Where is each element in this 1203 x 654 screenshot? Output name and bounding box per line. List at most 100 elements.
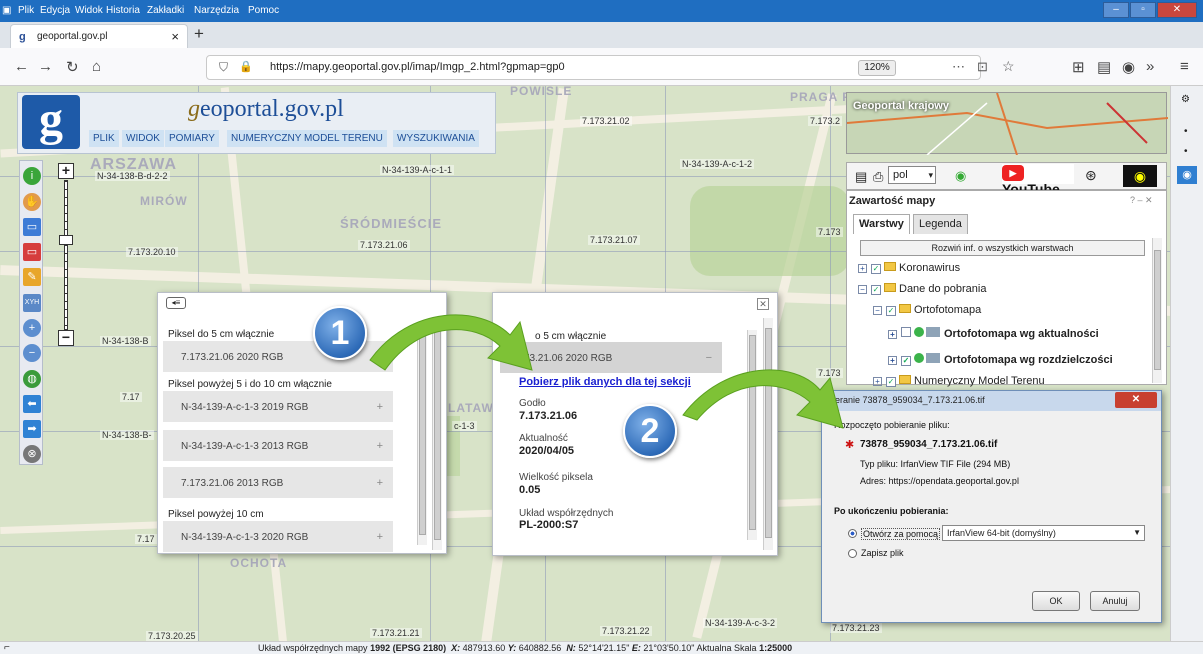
sheet-label: 7.173.21.02	[580, 116, 632, 126]
menu-widok[interactable]: Widok	[75, 5, 103, 16]
print-icon[interactable]: ⎙	[873, 169, 883, 185]
compass-icon[interactable]: ⊗	[23, 445, 41, 463]
expand-plus-icon[interactable]: +	[377, 401, 383, 413]
hamburger-menu-icon[interactable]: ≡	[1180, 58, 1189, 75]
document-icon[interactable]: ▤	[855, 169, 867, 185]
menu-edycja[interactable]: Edycja	[40, 5, 70, 16]
overflow-icon[interactable]: »	[1146, 58, 1154, 75]
expand-plus-icon[interactable]: +	[377, 531, 383, 543]
gp-menu-pomiary[interactable]: POMIARY	[165, 130, 219, 147]
expand-all-button[interactable]: Rozwiń inf. o wszystkich warstwach	[860, 240, 1145, 256]
contrast-icon[interactable]: ◉	[1123, 165, 1157, 187]
page-actions-icon[interactable]: ⋯	[952, 59, 965, 75]
gp-menu-wyszukiwania[interactable]: WYSZUKIWANIA	[393, 130, 479, 147]
cancel-button[interactable]: Anuluj	[1090, 591, 1140, 611]
zoom-track[interactable]	[64, 180, 68, 330]
dot-icon[interactable]: •	[1184, 126, 1188, 137]
tree-item-orto-aktualnosc[interactable]: + Ortofotomapa wg aktualności	[888, 327, 1099, 340]
zoom-level-badge[interactable]: 120%	[858, 60, 896, 76]
list-item[interactable]: N-34-139-A-c-1-3 2013 RGB +	[163, 430, 393, 462]
menu-pomoc[interactable]: Pomoc	[248, 5, 279, 16]
gp-menu-plik[interactable]: PLIK	[89, 130, 119, 147]
lock-icon[interactable]: 🔒	[239, 60, 253, 73]
back-arrow-icon[interactable]: ⬅	[23, 395, 41, 413]
tab-legenda[interactable]: Legenda	[913, 214, 968, 234]
close-window-button[interactable]: ✕	[1157, 2, 1197, 18]
ok-button[interactable]: OK	[1032, 591, 1080, 611]
language-select[interactable]: pol ▾	[888, 166, 936, 184]
save-file-radio[interactable]	[848, 549, 857, 558]
gp-menu-nmt[interactable]: NUMERYCZNY MODEL TERENU	[227, 130, 387, 147]
expand-plus-icon[interactable]: +	[377, 440, 383, 452]
tab-warstwy[interactable]: Warstwy	[853, 214, 910, 234]
list-item[interactable]: 7.173.21.06 2013 RGB +	[163, 467, 393, 499]
library-icon[interactable]: ▤	[1097, 58, 1111, 76]
zoom-minus-button[interactable]: −	[58, 330, 74, 346]
minimize-button[interactable]: –	[1103, 2, 1129, 18]
account-icon[interactable]: ◉	[1122, 58, 1135, 76]
tree-item-orto-rozdzielczosc[interactable]: + ✓ Ortofotomapa wg rozdzielczości	[888, 353, 1113, 366]
extensions-icon[interactable]: ⊞	[1072, 58, 1085, 76]
collapse-icon[interactable]: ◂≡	[166, 297, 186, 309]
select-area-icon[interactable]: ▭	[23, 218, 41, 236]
browser-tab[interactable]: g geoportal.gov.pl ×	[10, 24, 188, 48]
scrollbar-thumb[interactable]	[1154, 250, 1161, 370]
tree-item-ortofotomapa[interactable]: − ✓ Ortofotomapa	[873, 304, 981, 316]
zoom-plus-button[interactable]: +	[58, 163, 74, 179]
group-label: Piksel do 5 cm włącznie	[168, 329, 275, 340]
forward-arrow-icon[interactable]: ➡	[23, 420, 41, 438]
select-feature-icon[interactable]: ▭	[23, 243, 41, 261]
eye-icon[interactable]: ◉	[1177, 166, 1197, 184]
globe-icon[interactable]: ◍	[23, 370, 41, 388]
xyz-icon[interactable]: XYH	[23, 294, 41, 312]
reload-icon[interactable]: ↻	[66, 58, 79, 76]
maximize-button[interactable]: ▫	[1130, 2, 1156, 18]
accessibility-icon[interactable]: ⊛	[1085, 167, 1097, 184]
open-with-label[interactable]: Otwórz za pomocą	[861, 528, 941, 540]
geoportal-logo[interactable]: g	[22, 95, 80, 149]
pencil-icon[interactable]: ✎	[23, 268, 41, 286]
tree-item-nmt[interactable]: + ✓ Numeryczny Model Terenu	[873, 375, 1045, 387]
zoom-in-icon[interactable]: +	[23, 319, 41, 337]
expand-plus-icon[interactable]: +	[377, 477, 383, 489]
close-panel-icon[interactable]: ✕	[757, 298, 769, 310]
menu-narzedzia[interactable]: Narzędzia	[194, 5, 239, 16]
close-tab-icon[interactable]: ×	[171, 29, 179, 44]
info-icon[interactable]: i	[23, 167, 41, 185]
zoom-slider[interactable]: + −	[58, 163, 74, 348]
home-icon[interactable]: ⌂	[92, 58, 101, 75]
gp-menu-widok[interactable]: WIDOK	[122, 130, 164, 147]
bookmark-star-icon[interactable]: ☆	[1002, 58, 1015, 75]
tools-icon[interactable]: ⚙	[1181, 94, 1190, 105]
menu-historia[interactable]: Historia	[106, 5, 140, 16]
scrollbar[interactable]	[1152, 238, 1162, 383]
help-icon[interactable]: ◉	[955, 168, 966, 184]
pan-hand-icon[interactable]: ✋	[23, 193, 41, 211]
dialog-close-button[interactable]: ✕	[1115, 392, 1157, 408]
url-text[interactable]: https://mapy.geoportal.gov.pl/imap/Imgp_…	[270, 61, 565, 73]
download-link[interactable]: Pobierz plik danych dla tej sekcji	[519, 376, 691, 388]
zoom-out-icon[interactable]: −	[23, 344, 41, 362]
shield-icon[interactable]: ⛉	[219, 60, 228, 75]
tree-item-dane[interactable]: − ✓ Dane do pobrania	[858, 283, 986, 295]
menu-zakladki[interactable]: Zakładki	[147, 5, 184, 16]
dot-icon[interactable]: •	[1184, 146, 1188, 157]
pocket-icon[interactable]: ⊡	[977, 59, 988, 75]
open-with-radio[interactable]	[848, 529, 857, 538]
menu-plik[interactable]: Plik	[18, 5, 34, 16]
new-tab-icon[interactable]: +	[194, 24, 204, 44]
expand-icon: +	[888, 356, 897, 365]
panel-controls-icon[interactable]: ? – ✕	[1130, 195, 1153, 206]
open-with-select[interactable]: IrfanView 64-bit (domyślny) ▼	[942, 525, 1145, 541]
save-file-label[interactable]: Zapisz plik	[861, 548, 904, 558]
resize-icon[interactable]: ⌐	[4, 642, 10, 653]
back-icon[interactable]: ←	[14, 58, 29, 75]
forward-icon[interactable]: →	[38, 58, 53, 75]
tree-item-koronawirus[interactable]: + ✓ Koronawirus	[858, 262, 960, 274]
list-item[interactable]: N-34-139-A-c-1-3 2019 RGB +	[163, 391, 393, 423]
zoom-knob[interactable]	[59, 235, 73, 245]
list-item[interactable]: N-34-139-A-c-1-3 2020 RGB +	[163, 521, 393, 553]
folder-icon	[899, 375, 911, 384]
youtube-link[interactable]: ▶YouTube	[1002, 164, 1074, 197]
folder-icon	[884, 262, 896, 271]
